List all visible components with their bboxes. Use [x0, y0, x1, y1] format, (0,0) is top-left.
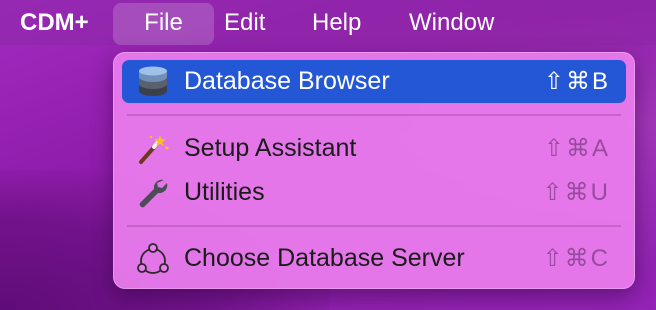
magic-wand-icon [136, 132, 170, 166]
menu-separator [127, 225, 621, 227]
menu-item-database-browser[interactable]: Database Browser ⇧⌘B [122, 60, 626, 103]
menu-item-label: Setup Assistant [184, 134, 357, 162]
menu-edit[interactable]: Edit [224, 0, 265, 45]
keyboard-shortcut: ⇧⌘B [543, 68, 610, 95]
menu-separator [127, 114, 621, 116]
keyboard-shortcut: ⇧⌘A [543, 135, 610, 162]
database-icon [136, 65, 170, 99]
file-menu-dropdown: Database Browser ⇧⌘B Setup Assistant ⇧⌘A… [113, 52, 635, 289]
wrench-icon [136, 176, 170, 210]
menu-window[interactable]: Window [409, 0, 494, 45]
menu-item-choose-database-server[interactable]: Choose Database Server ⇧⌘C [122, 237, 626, 280]
menu-item-label: Choose Database Server [184, 244, 465, 272]
menu-help[interactable]: Help [312, 0, 361, 45]
app-menu[interactable]: CDM+ [20, 0, 89, 45]
menu-item-label: Utilities [184, 178, 265, 206]
menu-bar: CDM+ File Edit Help Window [0, 0, 656, 45]
keyboard-shortcut: ⇧⌘C [542, 245, 610, 272]
menu-item-setup-assistant[interactable]: Setup Assistant ⇧⌘A [122, 127, 626, 170]
keyboard-shortcut: ⇧⌘U [542, 179, 610, 206]
menu-item-utilities[interactable]: Utilities ⇧⌘U [122, 171, 626, 214]
menu-item-label: Database Browser [184, 67, 390, 95]
menu-file[interactable]: File [113, 3, 214, 45]
network-icon [136, 242, 170, 276]
